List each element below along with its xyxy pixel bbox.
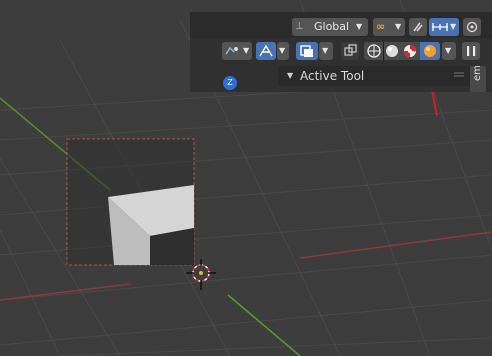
selectability-visibility-icon bbox=[225, 46, 238, 55]
drag-handle-icon[interactable] bbox=[452, 70, 466, 80]
shading-dropdown-icon: ▼ bbox=[445, 46, 452, 55]
snap-magnet-icon bbox=[413, 22, 423, 32]
cube[interactable] bbox=[108, 185, 194, 265]
sidebar-tab-item[interactable]: em bbox=[470, 65, 486, 92]
chevron-down-icon: ▼ bbox=[243, 46, 250, 55]
snap-toggle[interactable] bbox=[409, 18, 427, 36]
proportional-editing-icon bbox=[432, 23, 448, 31]
xray-toggle[interactable] bbox=[341, 42, 359, 60]
material-preview-icon[interactable] bbox=[402, 43, 418, 59]
wireframe-shading-icon[interactable] bbox=[366, 43, 382, 59]
overlay-toggle[interactable] bbox=[296, 42, 318, 60]
overlay-dropdown[interactable]: ▼ bbox=[319, 42, 333, 60]
chevron-down-icon: ▼ bbox=[395, 22, 402, 31]
transform-orientation-dropdown[interactable]: ⊥ Global ▼ bbox=[292, 18, 368, 36]
transform-orientation-label: Global bbox=[314, 20, 350, 33]
solid-shading-icon[interactable] bbox=[384, 43, 400, 59]
x-axis-line-left bbox=[0, 283, 131, 301]
snap-target-dropdown[interactable]: ▼ bbox=[429, 18, 459, 36]
collapse-icon[interactable]: ▼ bbox=[287, 67, 293, 85]
x-axis-line-right bbox=[299, 231, 492, 259]
chevron-down-icon: ▼ bbox=[279, 46, 286, 55]
chevron-down-icon: ▼ bbox=[450, 22, 457, 31]
y-axis-line-lower bbox=[227, 294, 301, 356]
xray-toggle-icon bbox=[344, 44, 357, 56]
selectability-dropdown[interactable]: ▼ bbox=[222, 42, 252, 60]
overlay-icon bbox=[466, 21, 478, 33]
shading-dropdown[interactable]: ▼ bbox=[442, 42, 456, 60]
pivot-point-icon: ∞ bbox=[376, 20, 386, 33]
viewport[interactable]: ⊥ Global ▼ ∞ ▼ ▼ ▼ ▼ ▼ ▼ Z ▼ Active Tool… bbox=[0, 0, 492, 356]
pivot-point-dropdown[interactable]: ∞ ▼ bbox=[373, 18, 405, 36]
gizmo-toggle[interactable] bbox=[256, 42, 276, 60]
sidebar-tab-label: em bbox=[472, 65, 483, 81]
gizmo-dropdown[interactable]: ▼ bbox=[277, 42, 289, 60]
chevron-down-icon: ▼ bbox=[322, 46, 329, 55]
pause-render-button[interactable] bbox=[462, 42, 480, 60]
panel-title: Active Tool bbox=[300, 69, 365, 83]
transform-orientation-icon: ⊥ bbox=[295, 21, 304, 32]
gizmo-toggle-icon bbox=[259, 44, 273, 57]
proportional-editing-toggle[interactable] bbox=[463, 18, 481, 36]
pause-icon bbox=[467, 46, 476, 56]
chevron-down-icon: ▼ bbox=[356, 22, 363, 31]
overlay-icon bbox=[300, 45, 313, 57]
navigation-gizmo-z[interactable]: Z bbox=[223, 76, 237, 90]
rendered-shading-icon bbox=[424, 45, 436, 57]
rendered-shading-button[interactable] bbox=[420, 42, 440, 60]
